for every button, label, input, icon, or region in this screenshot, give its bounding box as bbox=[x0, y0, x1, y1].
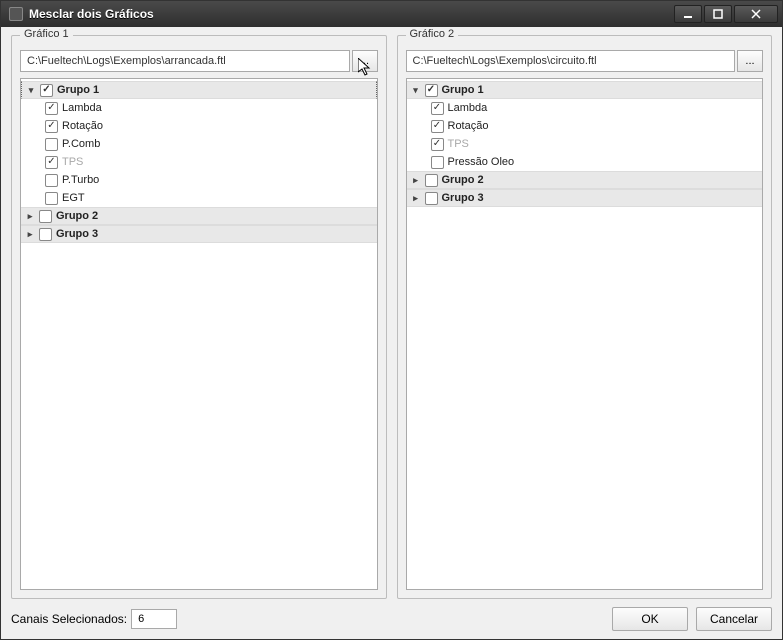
checkbox[interactable] bbox=[431, 102, 444, 115]
checkbox[interactable] bbox=[45, 156, 58, 169]
tree-item-row[interactable]: Lambda bbox=[21, 99, 377, 117]
checkbox[interactable] bbox=[45, 102, 58, 115]
tree-list-1[interactable]: ▾ Grupo 1 Lambda Rotação P.Comb TPS P.Turbo EGT… bbox=[20, 78, 378, 590]
selected-count-field[interactable] bbox=[131, 609, 177, 629]
checkbox[interactable] bbox=[40, 84, 53, 97]
expander-open-icon[interactable]: ▾ bbox=[26, 85, 36, 96]
tree-item-row[interactable]: EGT bbox=[21, 189, 377, 207]
tree-item-label: Lambda bbox=[62, 102, 102, 114]
close-icon bbox=[751, 9, 761, 19]
tree-item-label: Grupo 2 bbox=[56, 210, 98, 222]
tree-item-label: P.Turbo bbox=[62, 174, 99, 186]
checkbox[interactable] bbox=[45, 174, 58, 187]
browse-button-2[interactable]: ... bbox=[737, 50, 763, 72]
tree-list-2[interactable]: ▾ Grupo 1 Lambda Rotação TPS Pressão Oleo ▸ Gru… bbox=[406, 78, 764, 590]
expander-closed-icon[interactable]: ▸ bbox=[25, 211, 35, 222]
tree-item-label: Grupo 3 bbox=[442, 192, 484, 204]
tree-item-label: TPS bbox=[448, 138, 469, 150]
groupbox-legend: Gráfico 1 bbox=[20, 28, 73, 40]
dialog-window: Mesclar dois Gráficos Gráfico 1 ... bbox=[0, 0, 783, 640]
tree-item-label: Grupo 2 bbox=[442, 174, 484, 186]
window-title: Mesclar dois Gráficos bbox=[29, 7, 674, 21]
tree-item-row[interactable]: TPS bbox=[407, 135, 763, 153]
tree-item-label: Rotação bbox=[448, 120, 489, 132]
tree-item-row[interactable]: Rotação bbox=[407, 117, 763, 135]
tree-item-row[interactable]: Pressão Oleo bbox=[407, 153, 763, 171]
tree-item-label: TPS bbox=[62, 156, 83, 168]
expander-open-icon[interactable]: ▾ bbox=[411, 85, 421, 96]
tree-item-row[interactable]: P.Turbo bbox=[21, 171, 377, 189]
tree-item-row[interactable]: TPS bbox=[21, 153, 377, 171]
tree-item-label: Grupo 3 bbox=[56, 228, 98, 240]
dialog-footer: Canais Selecionados: OK Cancelar bbox=[11, 599, 772, 631]
tree-item-label: P.Comb bbox=[62, 138, 100, 150]
tree-item-label: Grupo 1 bbox=[57, 84, 99, 96]
minimize-icon bbox=[683, 9, 693, 19]
groupbox-grafico-2: Gráfico 2 ... ▾Grupo 1LambdaRotaçãoTPSPr… bbox=[397, 35, 773, 599]
checkbox[interactable] bbox=[425, 84, 438, 97]
path-input-2[interactable] bbox=[406, 50, 736, 72]
cancel-button[interactable]: Cancelar bbox=[696, 607, 772, 631]
tree-item-row[interactable]: P.Comb bbox=[21, 135, 377, 153]
tree-item-label: Grupo 1 bbox=[442, 84, 484, 96]
checkbox[interactable] bbox=[39, 228, 52, 241]
checkbox[interactable] bbox=[45, 120, 58, 133]
tree-group-row[interactable]: ▾ Grupo 1 bbox=[407, 81, 763, 99]
expander-closed-icon[interactable]: ▸ bbox=[25, 229, 35, 240]
groupbox-grafico-1: Gráfico 1 ... ▾Grupo 1LambdaRotaçãoP.Com… bbox=[11, 35, 387, 599]
maximize-button[interactable] bbox=[704, 5, 732, 23]
tree-item-row[interactable]: Lambda bbox=[407, 99, 763, 117]
checkbox[interactable] bbox=[431, 156, 444, 169]
tree-group-row[interactable]: ▾ Grupo 1 bbox=[21, 81, 377, 99]
checkbox[interactable] bbox=[45, 138, 58, 151]
selected-count-label: Canais Selecionados: bbox=[11, 612, 127, 626]
checkbox[interactable] bbox=[431, 138, 444, 151]
close-button[interactable] bbox=[734, 5, 778, 23]
titlebar[interactable]: Mesclar dois Gráficos bbox=[1, 1, 782, 27]
tree-item-label: Pressão Oleo bbox=[448, 156, 515, 168]
panels-row: Gráfico 1 ... ▾Grupo 1LambdaRotaçãoP.Com… bbox=[11, 35, 772, 599]
minimize-button[interactable] bbox=[674, 5, 702, 23]
expander-closed-icon[interactable]: ▸ bbox=[411, 175, 421, 186]
tree-group-row[interactable]: ▸ Grupo 2 bbox=[407, 171, 763, 189]
checkbox[interactable] bbox=[45, 192, 58, 205]
tree-group-row[interactable]: ▸ Grupo 3 bbox=[21, 225, 377, 243]
tree-group-row[interactable]: ▸ Grupo 3 bbox=[407, 189, 763, 207]
tree-item-row[interactable]: Rotação bbox=[21, 117, 377, 135]
tree-item-label: Rotação bbox=[62, 120, 103, 132]
path-input-1[interactable] bbox=[20, 50, 350, 72]
tree-group-row[interactable]: ▸ Grupo 2 bbox=[21, 207, 377, 225]
expander-closed-icon[interactable]: ▸ bbox=[411, 193, 421, 204]
tree-item-label: Lambda bbox=[448, 102, 488, 114]
maximize-icon bbox=[713, 9, 723, 19]
checkbox[interactable] bbox=[425, 174, 438, 187]
app-icon bbox=[9, 7, 23, 21]
groupbox-legend: Gráfico 2 bbox=[406, 28, 459, 40]
dialog-content: Gráfico 1 ... ▾ Grupo 1 Lambda Rotação P.Com… bbox=[1, 27, 782, 639]
browse-button-1[interactable]: ... bbox=[352, 50, 378, 72]
checkbox[interactable] bbox=[431, 120, 444, 133]
checkbox[interactable] bbox=[39, 210, 52, 223]
tree-item-label: EGT bbox=[62, 192, 85, 204]
checkbox[interactable] bbox=[425, 192, 438, 205]
ok-button[interactable]: OK bbox=[612, 607, 688, 631]
